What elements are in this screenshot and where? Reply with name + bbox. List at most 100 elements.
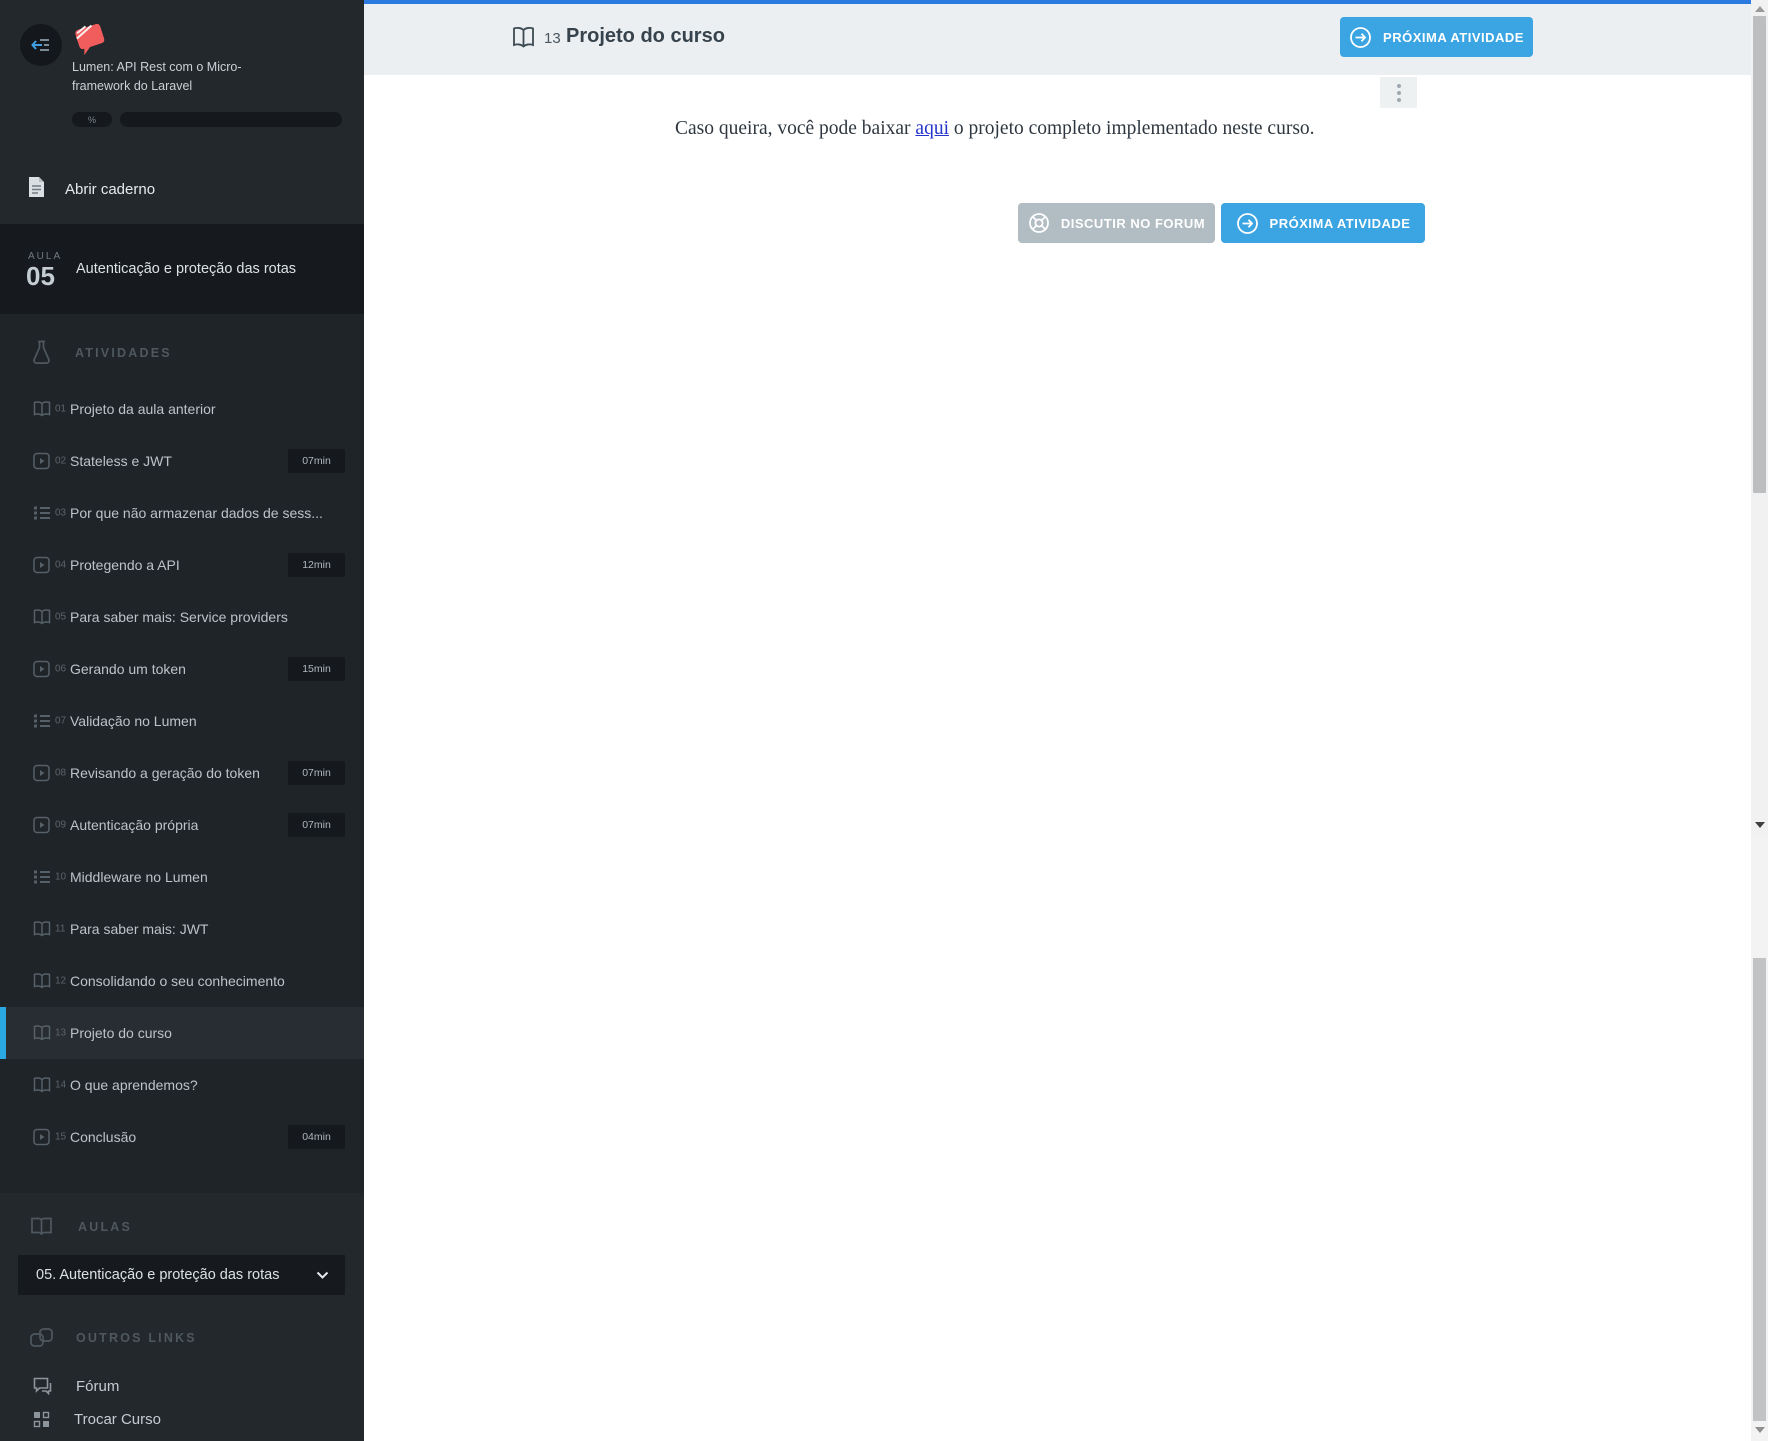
activity-item-15[interactable]: 15 Conclusão 04min: [0, 1111, 364, 1163]
discuss-forum-button[interactable]: DISCUTIR NO FORUM: [1018, 203, 1215, 243]
activity-options-menu[interactable]: [1380, 77, 1417, 108]
activity-item-01[interactable]: 01 Projeto da aula anterior: [0, 383, 364, 435]
book-icon: [33, 401, 51, 418]
duration-badge: 07min: [288, 761, 345, 785]
scroll-down-arrow-top[interactable]: [1755, 822, 1765, 828]
links-icon: [29, 1326, 54, 1349]
scrollbar-thumb-bottom[interactable]: [1753, 958, 1766, 1421]
video-icon: [33, 660, 50, 678]
grid-icon: [33, 1411, 50, 1428]
activity-item-03[interactable]: 03 Por que não armazenar dados de sess...: [0, 487, 364, 539]
sidebar-item-trocar-curso[interactable]: Trocar Curso: [0, 1402, 364, 1436]
activity-index: 15: [55, 1131, 67, 1143]
video-icon: [33, 1128, 50, 1146]
open-notebook-label: Abrir caderno: [65, 180, 156, 198]
flask-icon: [32, 340, 51, 365]
activity-item-13[interactable]: 13 Projeto do curso: [0, 1007, 364, 1059]
list-icon: [33, 505, 51, 521]
sidebar-item-forum[interactable]: Fórum: [0, 1369, 364, 1403]
book-icon: [33, 609, 51, 626]
scrollbar-thumb-top[interactable]: [1753, 16, 1766, 493]
current-lesson-banner: AULA 05 Autenticação e proteção das rota…: [0, 224, 364, 314]
activity-label: Revisando a geração do token: [70, 765, 260, 781]
activity-item-02[interactable]: 02 Stateless e JWT 07min: [0, 435, 364, 487]
open-notebook-button[interactable]: Abrir caderno: [0, 168, 364, 210]
activity-index: 10: [55, 871, 67, 883]
activity-label: Para saber mais: Service providers: [70, 609, 288, 625]
activity-number: 13: [544, 30, 561, 47]
activities-list: 01 Projeto da aula anterior 02 Stateless e …: [0, 383, 364, 1163]
lesson-dropdown[interactable]: 05. Autenticação e proteção das rotas: [18, 1255, 345, 1295]
activity-paragraph: Caso queira, você pode baixar aqui o pro…: [675, 118, 1315, 139]
scroll-down-arrow-bottom[interactable]: [1755, 1427, 1765, 1433]
video-icon: [33, 556, 50, 574]
next-activity-button-top[interactable]: PRÓXIMA ATIVIDADE: [1340, 17, 1533, 57]
activity-item-04[interactable]: 04 Protegendo a API 12min: [0, 539, 364, 591]
activity-item-08[interactable]: 08 Revisando a geração do token 07min: [0, 747, 364, 799]
video-icon: [33, 764, 50, 782]
arrow-circle-icon: [1236, 212, 1259, 235]
activity-label: Consolidando o seu conhecimento: [70, 973, 285, 989]
lifebuoy-icon: [1028, 212, 1050, 234]
forum-icon: [33, 1377, 52, 1395]
activity-index: 01: [55, 403, 67, 415]
chevron-down-icon: [316, 1271, 329, 1279]
book-icon: [33, 1025, 51, 1042]
book-icon: [30, 1216, 53, 1237]
activity-label: Gerando um token: [70, 661, 186, 677]
activity-index: 12: [55, 975, 67, 987]
activity-label: Conclusão: [70, 1129, 137, 1145]
page-title: Projeto do curso: [566, 25, 725, 47]
lessons-section-header: AULAS: [30, 1216, 132, 1237]
activity-label: Projeto do curso: [70, 1025, 172, 1041]
activity-index: 02: [55, 455, 67, 467]
arrow-circle-icon: [1349, 26, 1372, 49]
activity-index: 13: [55, 1027, 67, 1039]
list-icon: [33, 869, 51, 885]
open-book-icon: [512, 26, 535, 51]
activity-item-11[interactable]: 11 Para saber mais: JWT: [0, 903, 364, 955]
lesson-dropdown-value: 05. Autenticação e proteção das rotas: [36, 1267, 280, 1283]
activity-item-05[interactable]: 05 Para saber mais: Service providers: [0, 591, 364, 643]
activity-label: Autenticação própria: [70, 817, 199, 833]
duration-badge: 04min: [288, 1125, 345, 1149]
duration-badge: 12min: [288, 553, 345, 577]
duration-badge: 07min: [288, 449, 345, 473]
list-icon: [33, 713, 51, 729]
activity-index: 11: [55, 923, 66, 935]
book-icon: [33, 973, 51, 990]
book-icon: [33, 921, 51, 938]
course-title: Lumen: API Rest com o Micro- framework d…: [72, 60, 242, 93]
activity-label: Para saber mais: JWT: [70, 921, 209, 937]
progress-percentage-badge: %: [72, 112, 112, 127]
activity-label: Middleware no Lumen: [70, 869, 208, 885]
activity-item-10[interactable]: 10 Middleware no Lumen: [0, 851, 364, 903]
course-logo: [75, 23, 105, 56]
collapse-sidebar-button[interactable]: [20, 24, 62, 66]
next-activity-button-bottom[interactable]: PRÓXIMA ATIVIDADE: [1221, 203, 1425, 243]
activity-header-bar: 13 Projeto do curso PRÓXIMA ATIVIDADE: [364, 4, 1751, 75]
selected-indicator: [0, 1007, 6, 1059]
video-icon: [33, 452, 50, 470]
lesson-title: Autenticação e proteção das rotas: [76, 261, 297, 277]
activity-item-07[interactable]: 07 Validação no Lumen: [0, 695, 364, 747]
lesson-number: 05: [26, 261, 55, 291]
course-sidebar: Lumen: API Rest com o Micro- framework d…: [0, 0, 364, 1441]
video-icon: [33, 816, 50, 834]
activity-index: 05: [55, 611, 67, 623]
download-project-link[interactable]: aqui: [915, 118, 949, 139]
activity-index: 03: [55, 507, 67, 519]
course-progress-bar: [120, 112, 342, 127]
activities-section-header: ATIVIDADES: [32, 340, 172, 365]
other-links-section-header: OUTROS LINKS: [29, 1326, 197, 1349]
activity-item-09[interactable]: 09 Autenticação própria 07min: [0, 799, 364, 851]
activity-label: O que aprendemos?: [70, 1077, 198, 1093]
activity-item-06[interactable]: 06 Gerando um token 15min: [0, 643, 364, 695]
activity-label: Por que não armazenar dados de sess...: [70, 505, 323, 521]
activity-label: Stateless e JWT: [70, 453, 172, 469]
activity-item-14[interactable]: 14 O que aprendemos?: [0, 1059, 364, 1111]
activity-index: 14: [55, 1079, 67, 1091]
activity-index: 08: [55, 767, 67, 779]
activity-item-12[interactable]: 12 Consolidando o seu conhecimento: [0, 955, 364, 1007]
scroll-up-arrow[interactable]: [1755, 6, 1765, 12]
